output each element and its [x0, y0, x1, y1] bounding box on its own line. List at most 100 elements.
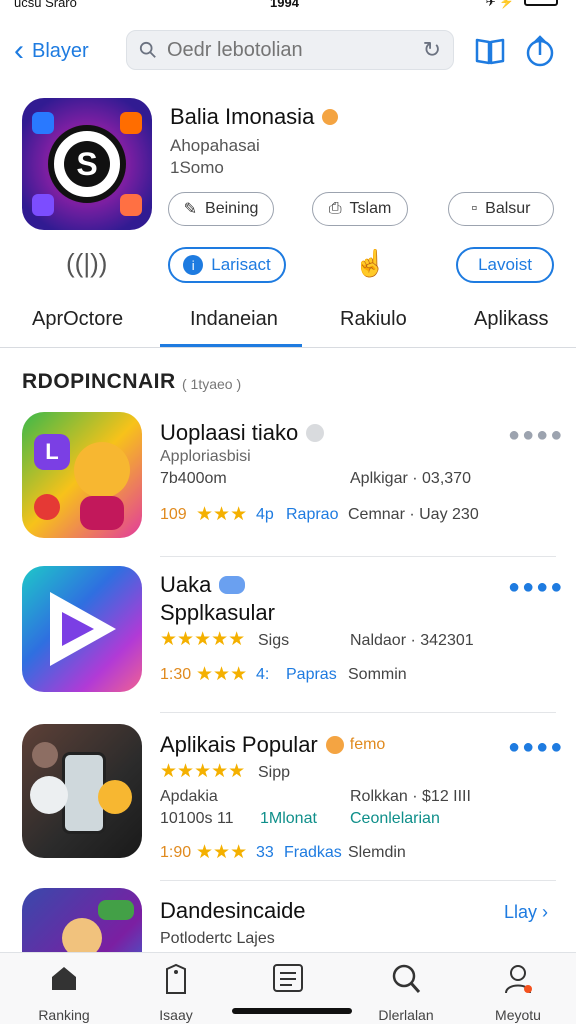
tab-isaay[interactable]: Isaay: [128, 963, 224, 1023]
star-rating-small: ★★★: [196, 842, 248, 863]
logo-glyph: S: [64, 141, 110, 187]
battery-icon: [524, 0, 558, 6]
tab-list[interactable]: [240, 963, 336, 1007]
info-icon: i: [183, 255, 204, 275]
list-item[interactable]: L Uoplaasi tiako Apploriasbisi 7b400om A…: [0, 412, 576, 542]
app-score: 109: [160, 506, 187, 523]
tag-icon: [128, 963, 224, 999]
signal-icon: ✈ ⚡: [485, 0, 514, 9]
app-icon[interactable]: [22, 724, 142, 858]
app-tag[interactable]: Raprao: [286, 506, 338, 524]
get-button-label: Llay: [504, 902, 538, 922]
list-item[interactable]: Uaka Spplkasular ★★★★★ Sigs Naldaor · 34…: [0, 566, 576, 696]
app-rating-label: Sigs: [258, 632, 290, 649]
app-name-text: Aplikais Popular: [160, 732, 318, 757]
action-row: ((|)) i Larisact ☝ Lavoist: [0, 246, 576, 286]
star-rating: ★★★★★: [160, 629, 246, 650]
tslam-button[interactable]: ⎙ Tslam: [312, 192, 408, 226]
search-input[interactable]: [167, 38, 407, 62]
app-score: 1:30: [160, 666, 192, 683]
book-icon[interactable]: [472, 34, 508, 68]
tab-rakiulo[interactable]: Rakiulo: [340, 308, 407, 331]
reload-icon[interactable]: ↻: [423, 37, 441, 63]
gem-icon: [32, 194, 54, 216]
logo-ring: S: [48, 125, 126, 203]
app-info: Naldaor · 342301: [350, 632, 474, 649]
review-count: 4:: [256, 666, 270, 683]
tab-dlerlalan[interactable]: Dlerlalan: [358, 963, 454, 1023]
tab-indaneian[interactable]: Indaneian: [190, 308, 278, 331]
like-icon[interactable]: ☝: [354, 248, 386, 279]
primary-action-button[interactable]: i Larisact: [168, 247, 286, 283]
beining-button[interactable]: ✎ Beining: [168, 192, 274, 226]
tab-aplikass[interactable]: Aplikass: [474, 308, 548, 331]
mascot-icon: [74, 442, 130, 498]
featured-app-subtitle: Ahopahasai: [170, 136, 260, 155]
status-bar: ucsu Sraro 1994 ✈ ⚡: [0, 0, 576, 14]
app-icon[interactable]: [22, 566, 142, 692]
secondary-action-button[interactable]: Lavoist: [456, 247, 554, 283]
app-developer: Apdakia: [160, 788, 218, 805]
list-item[interactable]: Dandesincaide Potlodertc Lajes Llay ›: [0, 888, 576, 952]
app-name: Uaka: [160, 572, 246, 598]
balsur-button[interactable]: ▫ Balsur: [448, 192, 554, 226]
more-options-icon[interactable]: ●●●●: [508, 576, 564, 599]
app-tag[interactable]: Fradkas: [284, 844, 342, 862]
divider: [160, 880, 556, 881]
review-count: 33: [256, 844, 274, 861]
app-subtitle: Spplkasular: [160, 600, 275, 625]
share-icon[interactable]: [522, 34, 558, 68]
logo-glyph: L: [34, 434, 70, 470]
more-options-icon[interactable]: ●●●●: [508, 736, 564, 759]
chat-bubble-icon: [98, 900, 134, 920]
featured-app: S Balia Imonasia Ahopahasai 1Somo ✎ Bein…: [22, 98, 554, 238]
app-downloads: 1Mlonat: [260, 810, 317, 827]
app-name-text: Uaka: [160, 572, 212, 597]
chevron-left-icon: ‹: [14, 34, 24, 67]
app-info: Rolkkan · $12 IIII: [350, 788, 471, 805]
wave-icon[interactable]: ((|)): [66, 248, 107, 279]
search-icon: [358, 963, 454, 999]
app-tag[interactable]: Papras: [286, 666, 337, 684]
app-size: 7b400om: [160, 470, 227, 487]
status-badge: [219, 576, 246, 594]
featured-app-icon[interactable]: S: [22, 98, 152, 230]
list-icon: [240, 963, 336, 999]
tab-ranking[interactable]: Ranking: [16, 963, 112, 1023]
app-icon[interactable]: [22, 888, 142, 952]
tab-isaay-label: Isaay: [159, 1007, 193, 1023]
search-bar[interactable]: ↻: [126, 30, 454, 70]
gem-icon: [120, 194, 142, 216]
featured-app-name: Balia Imonasia: [170, 104, 315, 129]
app-size: 10100s 11: [160, 810, 234, 827]
square-icon: ▫: [471, 200, 478, 217]
tslam-label: Tslam: [349, 200, 392, 217]
play-badge-icon: [34, 494, 60, 520]
gem-icon: [32, 112, 54, 134]
tab-meyotu[interactable]: Meyotu: [470, 963, 566, 1023]
app-icon[interactable]: L: [22, 412, 142, 538]
app-category: Ceonlelarian: [350, 810, 440, 827]
tab-aproctore[interactable]: AprOctore: [32, 308, 123, 331]
app-extra: Slemdin: [348, 844, 406, 861]
chat-icon: ✎: [183, 201, 198, 218]
section-subtitle: ( 1tyaeo ): [182, 376, 242, 392]
clock: 1994: [270, 0, 299, 10]
verified-badge: [322, 109, 339, 125]
back-button[interactable]: ‹ Blayer: [14, 34, 89, 68]
status-badge: [306, 424, 325, 442]
featured-app-title: Balia Imonasia: [170, 104, 339, 130]
active-tab-indicator: [160, 344, 302, 347]
app-developer: Apploriasbisi: [160, 448, 251, 465]
mascot-icon: [98, 780, 132, 814]
divider: [160, 556, 556, 557]
divider: [160, 712, 556, 713]
tab-meyotu-label: Meyotu: [495, 1007, 541, 1023]
list-item[interactable]: Aplikais Popular femo ★★★★★ Sipp Apdakia…: [0, 724, 576, 863]
home-icon: [16, 963, 112, 999]
back-label: Blayer: [32, 39, 89, 62]
more-options-icon[interactable]: ●●●●: [508, 424, 564, 447]
get-button[interactable]: Llay ›: [504, 902, 548, 923]
beining-label: Beining: [205, 200, 259, 217]
section-title: RDOPINCNAIR: [22, 370, 176, 393]
